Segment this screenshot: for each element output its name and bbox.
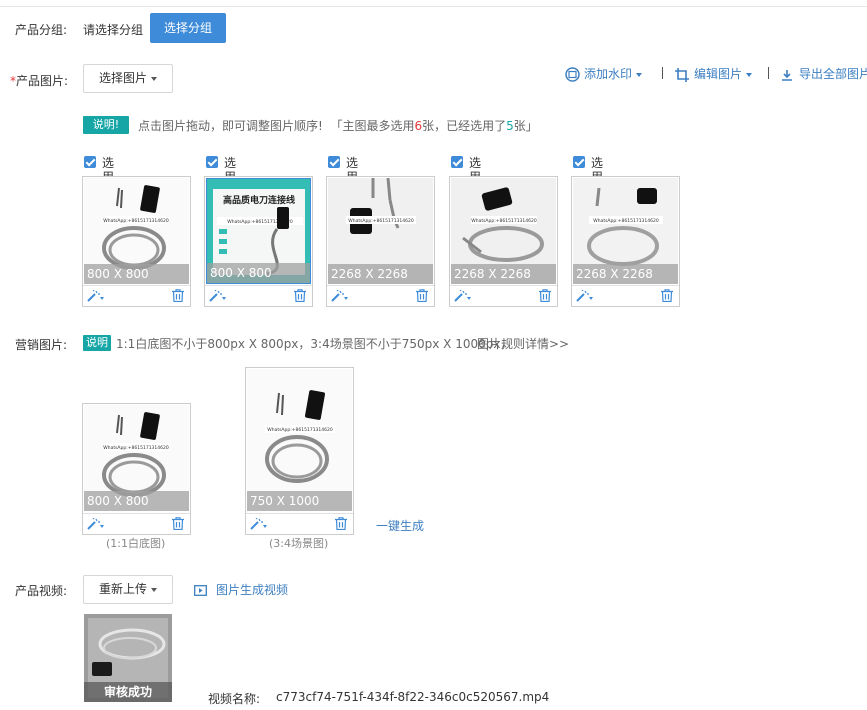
- magic-wand-icon[interactable]: [87, 290, 105, 302]
- trash-icon[interactable]: [539, 289, 551, 302]
- magic-wand-icon[interactable]: [576, 290, 594, 302]
- select-images-button[interactable]: 选择图片: [83, 64, 173, 93]
- trash-icon[interactable]: [172, 289, 184, 302]
- one-click-generate-link[interactable]: 一键生成: [376, 517, 424, 534]
- video-filename: c773cf74-751f-434f-8f22-346c0c520567.mp4: [276, 690, 550, 704]
- magic-wand-icon[interactable]: [454, 290, 472, 302]
- svg-text:WhatsApp:+8615171314620: WhatsApp:+8615171314620: [267, 427, 333, 433]
- edit-images-tool[interactable]: 编辑图片: [675, 64, 753, 84]
- chevron-down-icon: [151, 587, 157, 592]
- top-divider: [0, 6, 867, 7]
- image-dimensions: 800 X 800: [84, 264, 189, 284]
- tool-separator: [768, 67, 769, 79]
- product-image-card[interactable]: WhatsApp:+8615171314620 2268 X 2268: [449, 176, 558, 307]
- trash-icon[interactable]: [335, 517, 347, 530]
- add-watermark-tool[interactable]: 添加水印: [565, 64, 643, 84]
- product-image[interactable]: WhatsApp:+8615171314620 2268 X 2268: [328, 178, 433, 284]
- product-image[interactable]: WhatsApp:+8615171314620 2268 X 2268: [451, 178, 556, 284]
- svg-text:WhatsApp:+8615171314620: WhatsApp:+8615171314620: [471, 218, 537, 224]
- notice-badge: 说明!: [83, 116, 129, 134]
- image-actions: [246, 513, 353, 534]
- chevron-down-icon: [151, 76, 157, 81]
- image-dimensions: 2268 X 2268: [573, 264, 678, 284]
- scene-image[interactable]: WhatsApp:+8615171314620 750 X 1000: [247, 369, 352, 511]
- video-icon: [194, 585, 207, 596]
- cable-photo: WhatsApp:+8615171314620: [247, 369, 352, 511]
- image-dimensions: 800 X 800: [84, 491, 189, 511]
- drag-sort-notice: 点击图片拖动，即可调整图片顺序! 「主图最多选用6张，已经选用了5张」: [138, 119, 538, 133]
- image-dimensions: 2268 X 2268: [328, 264, 433, 284]
- tool-separator: [662, 67, 663, 79]
- product-image[interactable]: WhatsApp:+8615171314620 800 X 800: [84, 178, 189, 284]
- crop-icon: [675, 67, 689, 82]
- image-caption: (3:4场景图): [269, 537, 329, 550]
- image-rules-link[interactable]: 图片规则详情>>: [477, 335, 569, 352]
- image-actions: [83, 285, 190, 306]
- export-images-tool[interactable]: 导出全部图片: [781, 64, 867, 84]
- chevron-down-icon: [636, 72, 643, 77]
- video-review-status: 审核成功: [84, 682, 172, 702]
- trash-icon[interactable]: [294, 289, 306, 302]
- image-actions: [83, 513, 190, 534]
- trash-icon[interactable]: [172, 517, 184, 530]
- image-caption: (1:1白底图): [106, 537, 166, 550]
- image-dimensions: 750 X 1000: [247, 491, 352, 511]
- marketing-images-label: 营销图片:: [15, 338, 68, 352]
- svg-text:WhatsApp:+8615171314620: WhatsApp:+8615171314620: [103, 218, 169, 224]
- product-video-label: 产品视频:: [15, 584, 68, 598]
- image-actions: [450, 285, 557, 306]
- image-actions: [572, 285, 679, 306]
- reupload-video-button[interactable]: 重新上传: [83, 575, 173, 604]
- image-actions: [205, 285, 312, 306]
- product-image[interactable]: WhatsApp:+8615171314620 2268 X 2268: [573, 178, 678, 284]
- product-image-card[interactable]: WhatsApp:+8615171314620 2268 X 2268: [571, 176, 680, 307]
- video-thumbnail[interactable]: 审核成功: [84, 614, 172, 702]
- svg-text:高品质电刀连接线: 高品质电刀连接线: [223, 194, 295, 206]
- product-image-card[interactable]: WhatsApp:+8615171314620 800 X 800: [82, 176, 191, 307]
- svg-text:WhatsApp:+8615171314620: WhatsApp:+8615171314620: [593, 218, 659, 224]
- image-actions: [327, 285, 434, 306]
- svg-text:WhatsApp:+8615171314620: WhatsApp:+8615171314620: [103, 445, 169, 451]
- trash-icon[interactable]: [416, 289, 428, 302]
- magic-wand-icon[interactable]: [209, 290, 227, 302]
- group-placeholder: 请选择分组: [83, 23, 144, 37]
- product-image-card[interactable]: WhatsApp:+8615171314620 2268 X 2268: [326, 176, 435, 307]
- svg-text:WhatsApp:+8615171314620: WhatsApp:+8615171314620: [348, 218, 414, 224]
- magic-wand-icon[interactable]: [250, 518, 268, 530]
- product-images-label: *产品图片:: [10, 74, 69, 88]
- product-image[interactable]: 高品质电刀连接线 WhatsApp:+8615171314620 800 X 8…: [206, 178, 311, 284]
- white-background-image[interactable]: WhatsApp:+8615171314620 800 X 800: [84, 405, 189, 511]
- marketing-image-card[interactable]: WhatsApp:+8615171314620 750 X 1000: [245, 367, 354, 535]
- select-group-button[interactable]: 选择分组: [150, 13, 226, 43]
- marketing-image-card[interactable]: WhatsApp:+8615171314620 800 X 800: [82, 403, 191, 535]
- trash-icon[interactable]: [661, 289, 673, 302]
- marketing-notice-text: 1:1白底图不小于800px X 800px，3:4场景图不小于750px X …: [116, 337, 513, 351]
- marketing-notice-badge: 说明: [83, 335, 111, 351]
- generate-video-from-images-link[interactable]: 图片生成视频: [194, 581, 288, 598]
- group-label: 产品分组:: [15, 23, 68, 37]
- download-icon: [782, 69, 792, 81]
- image-dimensions: 800 X 800: [207, 263, 310, 283]
- magic-wand-icon[interactable]: [331, 290, 349, 302]
- video-name-label: 视频名称:: [208, 692, 261, 706]
- watermark-icon: [565, 67, 580, 82]
- image-dimensions: 2268 X 2268: [451, 264, 556, 284]
- product-image-card[interactable]: 高品质电刀连接线 WhatsApp:+8615171314620 800 X 8…: [204, 176, 313, 307]
- magic-wand-icon[interactable]: [87, 518, 105, 530]
- chevron-down-icon: [746, 72, 753, 77]
